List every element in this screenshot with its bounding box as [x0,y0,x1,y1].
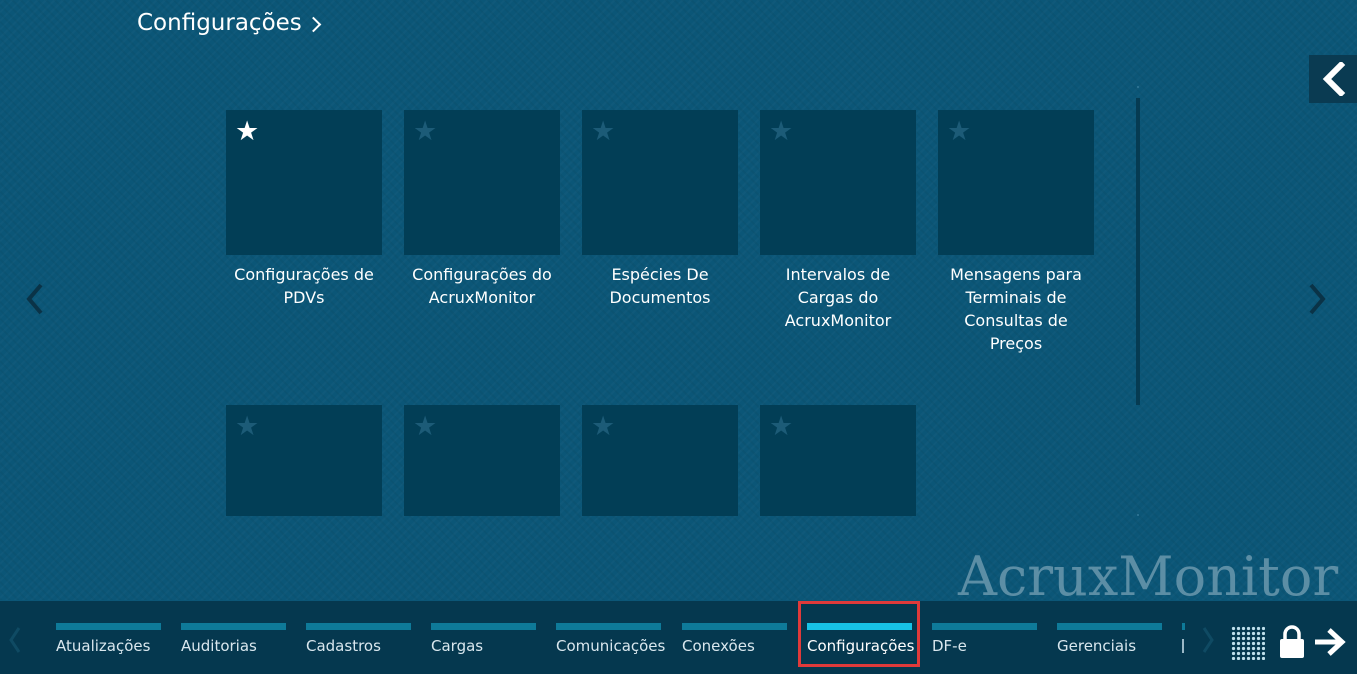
star-icon[interactable]: ★ [235,412,259,442]
star-icon[interactable]: ★ [769,117,793,147]
tab-label-partial [1182,639,1184,653]
tab-indicator [556,623,661,630]
star-icon[interactable]: ★ [769,412,793,442]
tab-label: Gerenciais [1057,637,1137,655]
page-title: Configurações [137,10,302,36]
tabs-scroll-left-button[interactable] [5,625,25,655]
tab-indicator [56,623,161,630]
tile[interactable]: ★ [226,405,382,516]
tab-label: Auditorias [181,637,257,655]
tile-label[interactable]: Configurações do AcruxMonitor [392,263,572,309]
tile-intervalos-de-cargas[interactable]: ★ [760,110,916,255]
tile[interactable]: ★ [404,405,560,516]
tile-especies-de-documentos[interactable]: ★ [582,110,738,255]
tab-indicator [1057,623,1162,630]
tab-indicator-partial [1182,623,1185,630]
tab-indicator [682,623,787,630]
tab-label: Conexões [682,637,755,655]
tile-label[interactable]: Configurações de PDVs [214,263,394,309]
collapse-panel-button[interactable] [1309,55,1357,103]
tabs-scroll-right-button[interactable] [1198,625,1218,655]
tile-label[interactable]: Espécies De Documentos [570,263,750,309]
chevron-right-icon [1202,627,1214,653]
star-icon[interactable]: ★ [947,117,971,147]
tab-label: Cargas [431,637,484,655]
chevron-right-icon [305,16,322,32]
star-icon[interactable]: ★ [591,117,615,147]
star-icon[interactable]: ★ [413,117,437,147]
tab-label: DF-e [932,637,967,655]
tile[interactable]: ★ [582,405,738,516]
tile[interactable]: ★ [760,405,916,516]
star-icon[interactable]: ★ [413,412,437,442]
tab-indicator [431,623,536,630]
tab-indicator [932,623,1037,630]
tile-configuracoes-do-acruxmonitor[interactable]: ★ [404,110,560,255]
chevron-left-icon [26,283,43,315]
breadcrumb[interactable]: Configurações [137,10,322,36]
tab-label: Atualizações [56,637,151,655]
scrollbar-thumb[interactable] [1136,98,1140,405]
chevron-left-icon [1322,62,1346,96]
tile-mensagens-terminais[interactable]: ★ [938,110,1094,255]
star-icon[interactable]: ★ [591,412,615,442]
grid-icon[interactable] [1231,626,1265,660]
arrow-right-icon[interactable] [1313,627,1347,657]
tab-label: Cadastros [306,637,381,655]
star-icon[interactable]: ★ [235,117,259,147]
next-page-button[interactable] [1302,282,1332,316]
chevron-right-icon [1309,283,1326,315]
lock-icon[interactable] [1278,624,1306,660]
tab-label: Comunicações [556,637,666,655]
tile-configuracoes-de-pdvs[interactable]: ★ [226,110,382,255]
chevron-left-icon [9,627,21,653]
app-logo-watermark: AcruxMonitor [958,545,1339,608]
scroll-up-indicator [1137,86,1139,88]
tab-indicator [181,623,286,630]
bottom-navigation-bar: Atualizações Auditorias Cadastros Cargas… [0,601,1357,674]
selection-highlight [798,601,920,667]
vertical-scrollbar[interactable] [1136,86,1140,516]
tile-label[interactable]: Mensagens para Terminais de Consultas de… [941,263,1091,355]
previous-page-button[interactable] [20,282,50,316]
tab-indicator [306,623,411,630]
scroll-down-indicator [1137,514,1139,516]
tile-label[interactable]: Intervalos de Cargas do AcruxMonitor [763,263,913,332]
